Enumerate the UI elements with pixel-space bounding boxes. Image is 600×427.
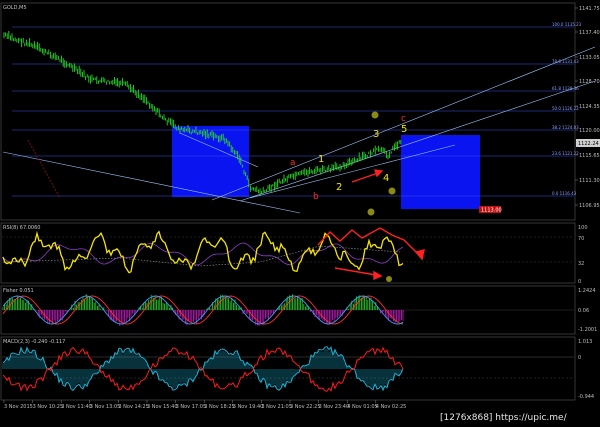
time-tick-label: 4 Nov 01:05	[347, 404, 378, 410]
marker-dot-top	[371, 111, 379, 119]
macd-tick-top: 1.013	[578, 339, 592, 345]
watermark-text: [1276x868] https://upic.me/	[440, 413, 568, 423]
current-price-label: 1122.24	[578, 141, 599, 147]
marker-dot-lower	[367, 208, 375, 216]
wave-label-5: 5	[401, 124, 407, 135]
rsi-tick-100: 100	[578, 225, 588, 231]
trading-chart: 100.0 1135.2378.6 1131.4361.8 1128.3650.…	[0, 0, 600, 427]
time-tick-label: 3 Nov 18:25	[204, 404, 235, 410]
wave-label-4: 4	[383, 173, 389, 184]
fib-label: 50.0 1126.22	[552, 106, 579, 111]
price-tick-label: 1124.35	[579, 104, 600, 110]
fisher-tick-top: 1.2424	[578, 288, 596, 294]
fib-label: 0.0 1116.43	[552, 191, 577, 196]
pending-price-label: 1113.00	[481, 208, 502, 214]
price-tick-label: 1133.05	[579, 55, 600, 61]
wave-label-c: c	[401, 114, 406, 124]
time-tick-label: 3 Nov 17:05	[176, 404, 207, 410]
wave-label-a: a	[290, 158, 296, 168]
rsi-tick-32: 32	[578, 261, 584, 267]
time-tick-label: 3 Nov 23:40	[319, 404, 350, 410]
time-tick-label: 3 Nov 2015	[4, 404, 33, 410]
time-tick-label: 3 Nov 13:05	[90, 404, 121, 410]
macd-tick-zero: 0	[578, 355, 581, 361]
rsi-tick-0: 0	[578, 279, 581, 285]
marker-dot-bottom	[388, 187, 396, 195]
price-tick-label: 1106.95	[579, 203, 600, 209]
time-tick-label: 3 Nov 22:25	[290, 404, 321, 410]
fib-label: 61.8 1128.36	[552, 86, 579, 91]
fib-label: 38.2 1124.03	[552, 125, 579, 130]
price-tick-label: 1141.75	[579, 6, 600, 12]
time-tick-label: 3 Nov 21:05	[261, 404, 292, 410]
fib-label: 100.0 1135.23	[552, 22, 582, 27]
time-tick-label: 3 Nov 14:25	[118, 404, 149, 410]
price-tick-label: 1128.70	[579, 79, 600, 85]
fisher-tick-bottom: -1.2001	[578, 327, 597, 333]
blue-zone-left	[172, 126, 249, 197]
wave-label-1: 1	[318, 154, 324, 165]
time-tick-label: 3 Nov 19:40	[233, 404, 264, 410]
fisher-tick-mid: 0.06	[578, 308, 589, 314]
blue-zone-right	[401, 135, 480, 209]
price-tick-label: 1120.00	[579, 128, 600, 134]
time-tick-label: 4 Nov 02:25	[376, 404, 407, 410]
marker-dot-rsi	[386, 276, 392, 282]
price-tick-label: 1115.65	[579, 153, 600, 159]
symbol-title: GOLD,M5	[3, 5, 27, 11]
time-tick-label: 3 Nov 15:40	[147, 404, 178, 410]
fisher-title: Fisher 0.051	[3, 288, 34, 294]
time-tick-label: 3 Nov 10:25	[33, 404, 64, 410]
macd-title: MACD(2,3) -0.240 -0.117	[3, 339, 65, 345]
macd-tick-bottom: -0.944	[578, 394, 594, 400]
price-tick-label: 1137.40	[579, 30, 600, 36]
wave-label-2: 2	[336, 182, 342, 193]
wave-label-b: b	[313, 192, 319, 202]
price-tick-label: 1111.30	[579, 178, 600, 184]
rsi-title: RSI(8) 67.0060	[3, 225, 40, 231]
fib-label: 78.6 1131.43	[552, 59, 579, 64]
wave-label-3: 3	[373, 129, 379, 140]
rsi-tick-70: 70	[578, 236, 584, 242]
time-tick-label: 3 Nov 11:40	[61, 404, 92, 410]
